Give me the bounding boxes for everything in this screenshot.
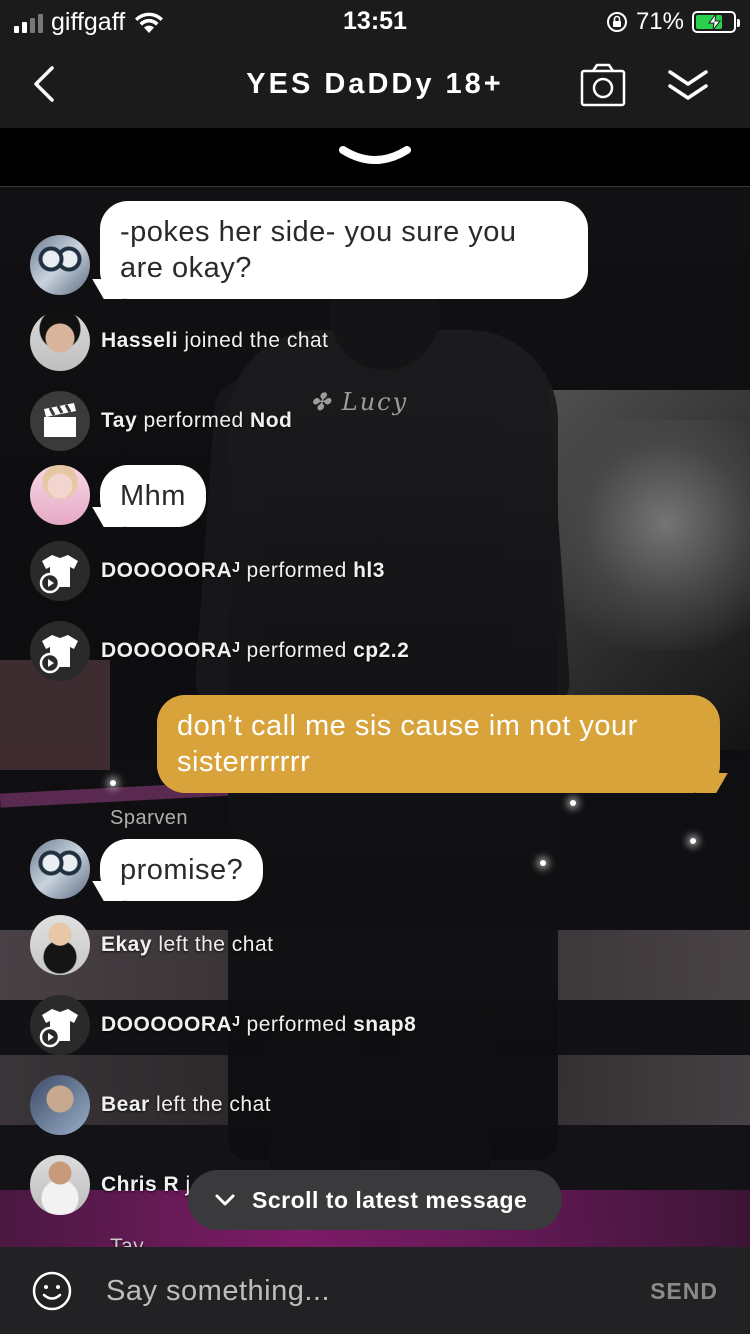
avatar[interactable] (30, 995, 90, 1055)
chat-pull-handle[interactable] (0, 128, 750, 187)
event-text: Hasseli joined the chat (101, 329, 329, 353)
event-text: Chris R j (101, 1173, 191, 1197)
send-button[interactable]: SEND (650, 1278, 718, 1305)
collapse-button[interactable] (664, 64, 712, 108)
event-action: performed (246, 559, 347, 582)
event-target: Nod (250, 409, 293, 432)
event-user[interactable]: Ekay (101, 933, 152, 956)
event-target: snap8 (353, 1013, 417, 1036)
event-action: joined the chat (184, 329, 329, 352)
chat-event: Hasseli joined the chat (0, 311, 750, 371)
chat-feed[interactable]: -pokes her side- you sure you are okay? … (0, 187, 750, 1249)
chat-message: -pokes her side- you sure you are okay? (0, 201, 750, 301)
camera-icon (580, 63, 626, 107)
message-bubble: -pokes her side- you sure you are okay? (100, 201, 588, 299)
event-user[interactable]: DOOOOORAᴶ (101, 1013, 240, 1036)
chat-message: Mhm (0, 465, 750, 529)
battery-percent: 71% (635, 8, 684, 35)
avatar[interactable] (30, 541, 90, 601)
camera-button[interactable] (580, 62, 626, 108)
double-chevron-down-icon (668, 70, 708, 100)
animation-shirt-icon (39, 555, 78, 594)
chat-event: Ekay left the chat (0, 915, 750, 975)
message-composer: SEND (0, 1247, 750, 1334)
scroll-to-latest-label: Scroll to latest message (252, 1186, 528, 1213)
message-bubble: promise? (100, 839, 264, 901)
chat-message: promise? (0, 839, 750, 903)
status-right: 71% (606, 8, 740, 36)
message-bubble: Mhm (100, 465, 206, 527)
chat-header: YES DaDDy 18+ (0, 44, 750, 128)
event-action: performed (246, 639, 347, 662)
battery-icon (692, 11, 740, 33)
event-user[interactable]: DOOOOORAᴶ (101, 639, 240, 662)
message-bubble-own: don’t call me sis cause im not your sist… (157, 695, 720, 793)
emoji-button[interactable] (32, 1271, 72, 1311)
chat-event: DOOOOORAᴶ performed hl3 (0, 541, 750, 601)
event-text: Bear left the chat (101, 1093, 271, 1117)
chat-event: DOOOOORAᴶ performed cp2.2 (0, 621, 750, 681)
event-user[interactable]: Chris R (101, 1173, 179, 1196)
avatar[interactable] (30, 1155, 90, 1215)
event-text: DOOOOORAᴶ performed hl3 (101, 559, 385, 583)
avatar[interactable] (30, 621, 90, 681)
event-text: DOOOOORAᴶ performed snap8 (101, 1013, 416, 1037)
charging-bolt-icon (707, 13, 722, 31)
event-user[interactable]: Bear (101, 1093, 150, 1116)
animation-shirt-icon (39, 1009, 78, 1048)
event-text: DOOOOORAᴶ performed cp2.2 (101, 639, 409, 663)
avatar[interactable] (30, 391, 90, 451)
sender-name: Sparven (110, 807, 188, 829)
event-target: hl3 (353, 559, 385, 582)
room-title: YES DaDDy 18+ (246, 68, 504, 100)
avatar[interactable] (30, 839, 90, 899)
event-action: left the chat (156, 1093, 272, 1116)
chat-message-own: don’t call me sis cause im not your sist… (0, 695, 750, 793)
event-user[interactable]: Hasseli (101, 329, 178, 352)
avatar[interactable] (30, 311, 90, 371)
status-bar: giffgaff 13:51 71% (0, 0, 750, 44)
event-user[interactable]: Tay (101, 409, 137, 432)
event-text: Ekay left the chat (101, 933, 273, 957)
avatar[interactable] (30, 465, 90, 525)
chevron-down-icon (215, 1194, 235, 1206)
rotation-lock-icon (606, 12, 627, 32)
event-action: performed (246, 1013, 347, 1036)
event-user[interactable]: DOOOOORAᴶ (101, 559, 240, 582)
avatar[interactable] (30, 1075, 90, 1135)
event-text: Tay performed Nod (101, 409, 292, 433)
animation-shirt-icon (39, 635, 78, 674)
message-input[interactable] (104, 1267, 628, 1315)
avatar[interactable] (30, 915, 90, 975)
clapperboard-icon (44, 403, 76, 437)
event-target: cp2.2 (353, 639, 410, 662)
chat-event: Bear left the chat (0, 1075, 750, 1135)
chat-event: DOOOOORAᴶ performed snap8 (0, 995, 750, 1055)
chevron-down-icon (339, 146, 411, 164)
event-action: left the chat (158, 933, 274, 956)
event-action: performed (143, 409, 244, 432)
smiley-icon (32, 1271, 72, 1311)
chat-event: Tay performed Nod (0, 391, 750, 451)
avatar[interactable] (30, 235, 90, 295)
scroll-to-latest-button[interactable]: Scroll to latest message (188, 1170, 562, 1230)
